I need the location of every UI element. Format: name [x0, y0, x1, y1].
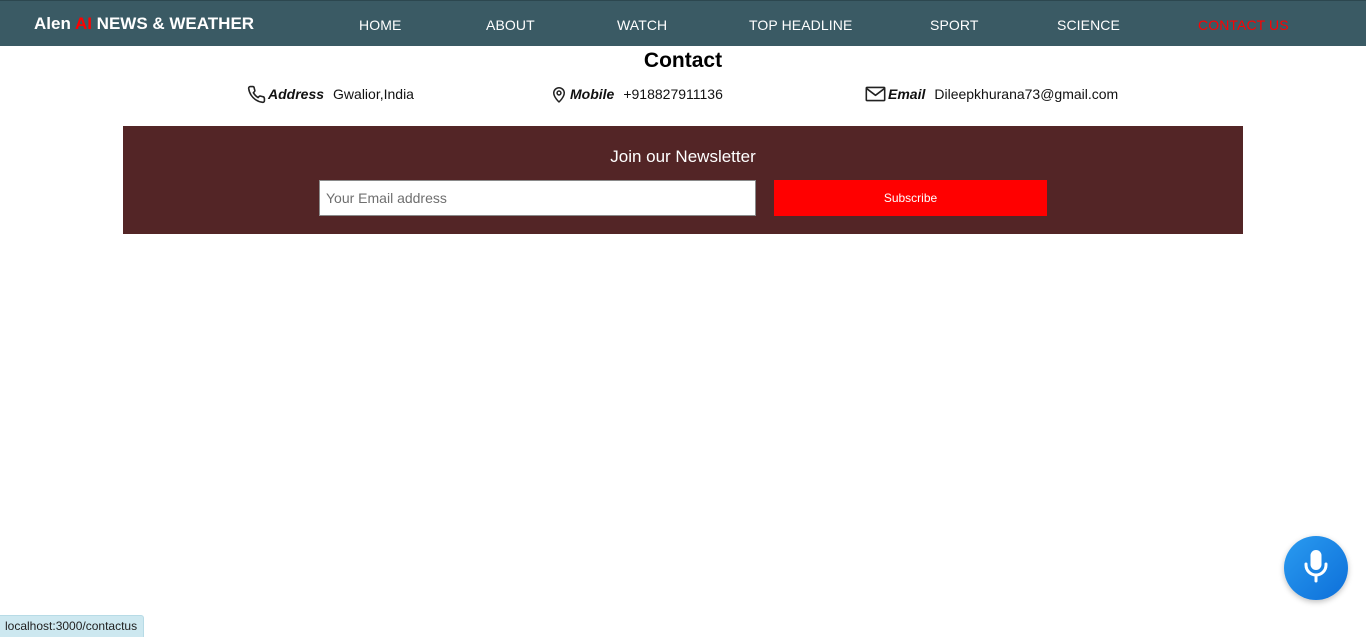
nav-home[interactable]: HOME	[359, 17, 401, 33]
brand-suffix: NEWS & WEATHER	[91, 14, 255, 33]
address-label: Address	[268, 86, 325, 102]
contact-address: Address Gwalior,India	[247, 83, 414, 105]
page-title: Contact	[643, 49, 723, 72]
subscribe-button[interactable]: Subscribe	[774, 180, 1047, 216]
phone-icon	[247, 85, 266, 104]
voice-assistant-button[interactable]	[1284, 536, 1348, 600]
nav-watch[interactable]: WATCH	[617, 17, 667, 33]
nav-about[interactable]: ABOUT	[486, 17, 535, 33]
brand-logo[interactable]: Alen AI NEWS & WEATHER	[34, 14, 254, 34]
contact-mobile: Mobile +918827911136	[550, 83, 723, 105]
address-value: Gwalior,India	[333, 86, 414, 102]
mobile-value: +918827911136	[623, 86, 723, 102]
nav-sport[interactable]: SPORT	[930, 17, 978, 33]
email-value[interactable]: Dileepkhurana73@gmail.com	[934, 86, 1118, 102]
brand-ai-highlight: AI	[74, 14, 92, 33]
newsletter-section: Join our Newsletter Subscribe	[123, 126, 1243, 234]
top-navbar: Alen AI NEWS & WEATHER HOME ABOUT WATCH …	[0, 0, 1366, 46]
nav-science[interactable]: SCIENCE	[1057, 17, 1120, 33]
newsletter-email-input[interactable]	[319, 180, 756, 216]
contact-email: Email Dileepkhurana73@gmail.com	[865, 83, 1118, 105]
location-pin-icon	[550, 85, 568, 104]
mail-icon	[865, 86, 886, 102]
microphone-icon	[1302, 548, 1330, 589]
email-label: Email	[888, 86, 926, 102]
brand-prefix: Alen	[34, 14, 75, 33]
mobile-label: Mobile	[570, 86, 615, 102]
nav-contact-us[interactable]: CONTACT US	[1198, 17, 1289, 33]
status-bar-url: localhost:3000/contactus	[0, 615, 145, 637]
newsletter-title: Join our Newsletter	[610, 147, 756, 166]
nav-top-headline[interactable]: TOP HEADLINE	[749, 17, 852, 33]
